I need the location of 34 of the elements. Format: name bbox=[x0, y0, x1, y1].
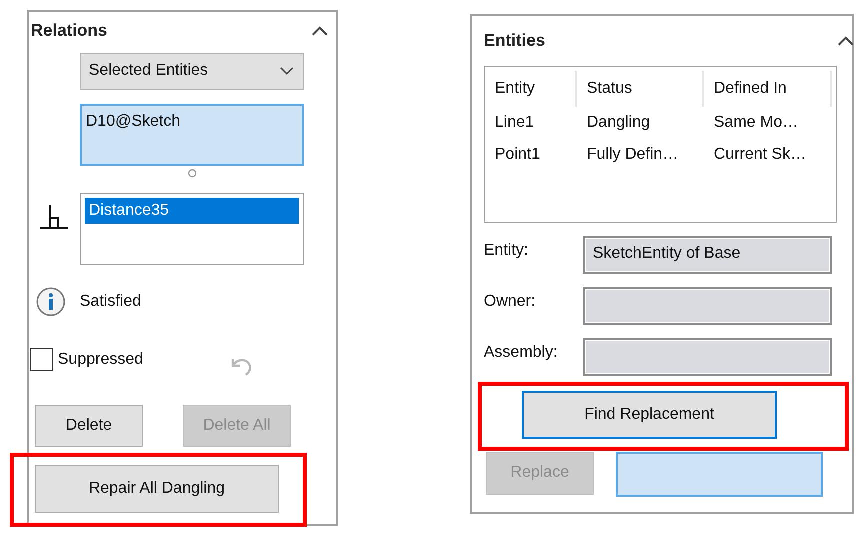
relations-list[interactable]: Distance35 bbox=[80, 192, 304, 264]
table-cell-text: Fully Defin… bbox=[586, 144, 680, 164]
replacement-field[interactable] bbox=[616, 452, 823, 496]
column-header[interactable]: Defined In bbox=[704, 70, 832, 106]
checkbox-label: Suppressed bbox=[58, 350, 144, 370]
list-item[interactable]: Distance35 bbox=[85, 198, 299, 224]
repair-button[interactable]: Repair All Dangling bbox=[35, 464, 279, 512]
suppressed-checkbox[interactable] bbox=[30, 348, 53, 371]
caret-icon bbox=[279, 66, 295, 76]
filter-dropdown[interactable]: Selected Entities bbox=[80, 52, 304, 90]
panel-title: Relations bbox=[31, 20, 108, 42]
table-cell-text: Line1 bbox=[494, 112, 536, 132]
entities-list[interactable]: D10@Sketch bbox=[80, 104, 304, 166]
delete-button[interactable]: Delete bbox=[35, 404, 143, 446]
table-cell-text: Same Mo… bbox=[713, 112, 800, 132]
text-field[interactable] bbox=[583, 286, 832, 324]
table-cell-text: Point1 bbox=[494, 144, 542, 164]
text-field[interactable] bbox=[583, 338, 832, 376]
find-replacement-button[interactable]: Find Replacement bbox=[522, 390, 777, 438]
field-label: Assembly: bbox=[484, 342, 559, 362]
list-item[interactable]: D10@Sketch bbox=[86, 110, 298, 134]
table-cell-text: Dangling bbox=[586, 112, 652, 132]
table-cell-text: Current Sk… bbox=[713, 144, 808, 164]
column-header[interactable]: Entity bbox=[485, 70, 577, 106]
text-field[interactable]: SketchEntity of Base bbox=[583, 236, 832, 274]
field-label: Owner: bbox=[484, 292, 537, 312]
column-header[interactable]: Status bbox=[577, 70, 704, 106]
collapse-icon[interactable] bbox=[312, 26, 328, 36]
resize-handle-icon[interactable] bbox=[188, 168, 196, 178]
status-text: Satisfied bbox=[80, 292, 142, 312]
field-label: Entity: bbox=[484, 240, 530, 260]
panel-title: Entities bbox=[484, 30, 546, 52]
info-icon bbox=[36, 286, 66, 316]
collapse-icon[interactable] bbox=[838, 36, 854, 46]
